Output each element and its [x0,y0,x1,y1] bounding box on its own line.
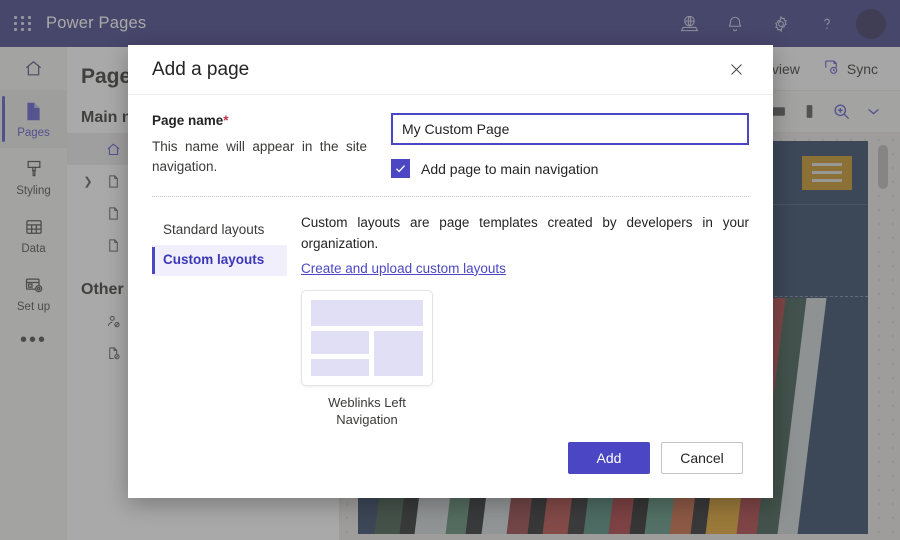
page-name-label-text: Page name [152,113,224,129]
add-button[interactable]: Add [568,442,650,475]
add-to-nav-label: Add page to main navigation [421,160,599,177]
close-icon[interactable] [721,55,751,85]
add-page-dialog: Add a page Page name* This name will app… [128,45,773,498]
layout-card-label: Weblinks Left Navigation [328,394,406,427]
dialog-title: Add a page [152,58,250,80]
layout-tab-panel: Custom layouts are page templates create… [297,213,749,428]
app-root: Power Pages [0,0,900,540]
add-to-nav-checkbox-row[interactable]: Add page to main navigation [391,159,749,179]
page-name-input-group: Add page to main navigation [391,113,749,179]
create-upload-layouts-link[interactable]: Create and upload custom layouts [301,261,506,276]
layout-description: Custom layouts are page templates create… [301,215,749,251]
tab-standard-layouts[interactable]: Standard layouts [152,215,287,245]
tab-custom-layouts[interactable]: Custom layouts [152,245,287,276]
page-name-input[interactable] [391,113,749,146]
cancel-button[interactable]: Cancel [661,442,743,475]
page-name-help-text: This name will appear in the site naviga… [152,139,367,174]
dialog-footer: Add Cancel [128,429,773,498]
layout-card-weblinks-left-nav[interactable]: Weblinks Left Navigation [301,289,433,429]
layout-chooser: Standard layouts Custom layouts Custom l… [152,213,749,428]
page-name-field-row: Page name* This name will appear in the … [152,113,749,179]
dialog-header: Add a page [128,45,773,96]
add-to-nav-checkbox[interactable] [391,159,410,179]
layout-tab-list: Standard layouts Custom layouts [152,213,287,428]
dialog-body: Page name* This name will appear in the … [128,95,773,428]
page-name-label: Page name* [152,113,367,128]
layout-thumb-weblinks-left-nav [301,289,433,386]
section-divider [152,196,749,198]
page-name-label-group: Page name* This name will appear in the … [152,113,367,178]
layout-card-list: Weblinks Left Navigation [301,289,749,429]
required-asterisk: * [223,113,229,129]
